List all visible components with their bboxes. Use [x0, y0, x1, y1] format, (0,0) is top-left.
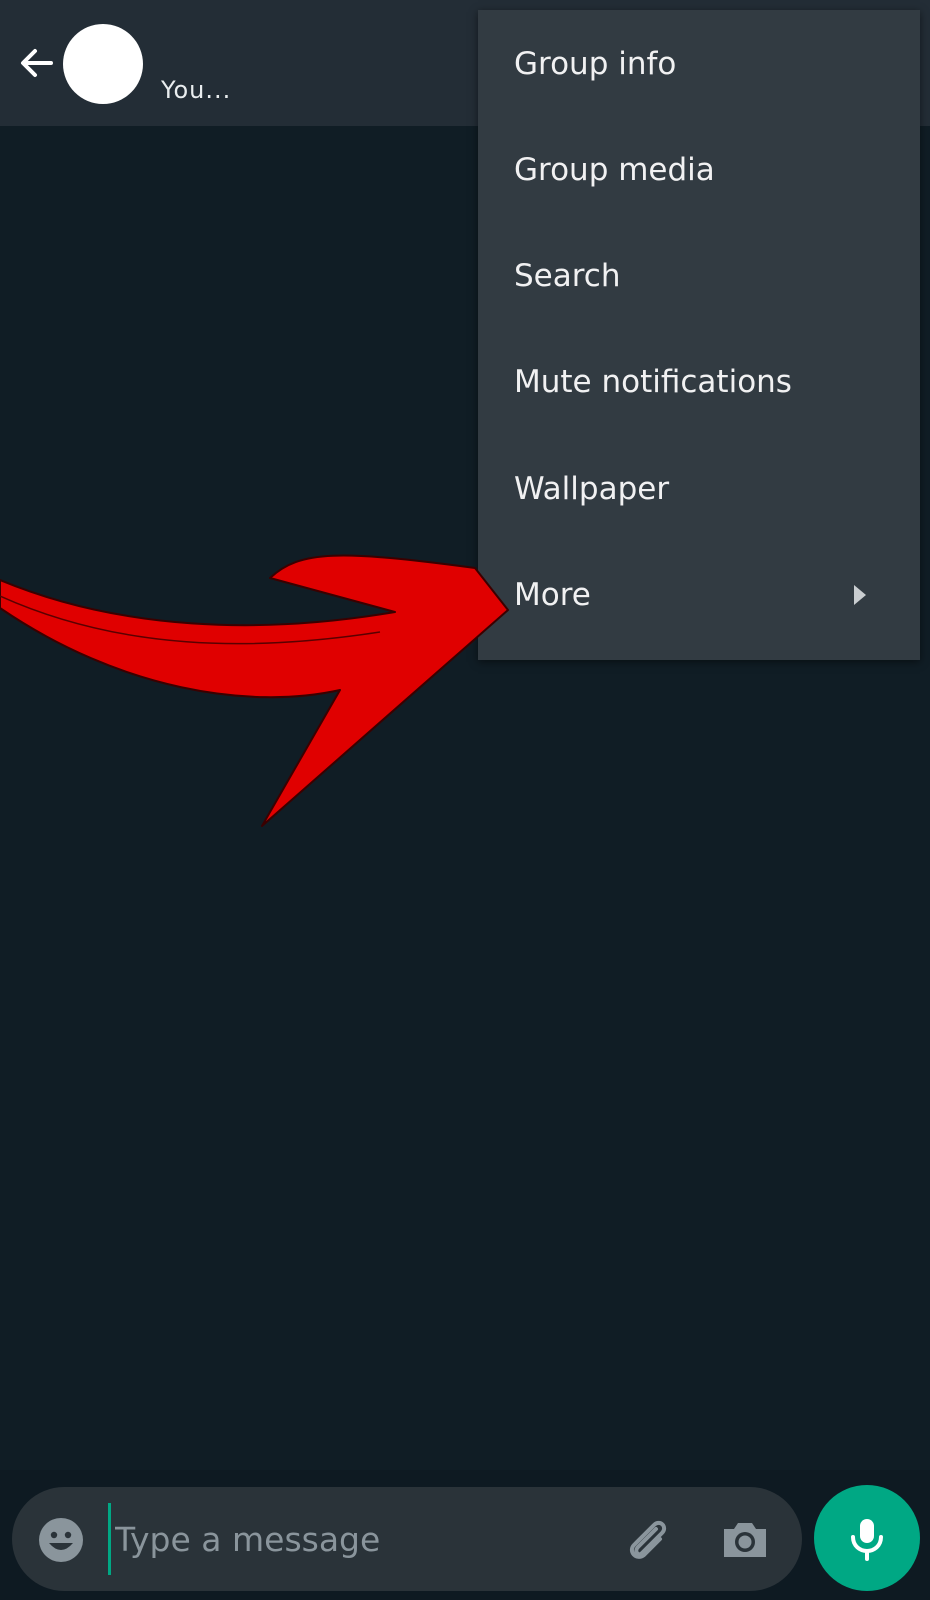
group-subtitle[interactable]: You...: [161, 76, 231, 104]
avatar[interactable]: [63, 24, 143, 104]
arrow-left-icon: [21, 49, 53, 77]
menu-item-wallpaper[interactable]: Wallpaper: [478, 435, 920, 543]
emoji-button[interactable]: [36, 1515, 86, 1565]
camera-icon: [724, 1523, 766, 1557]
menu-item-label: Group media: [514, 152, 715, 188]
menu-item-label: Mute notifications: [514, 364, 792, 400]
microphone-icon: [851, 1519, 883, 1561]
menu-item-label: Group info: [514, 46, 677, 82]
message-composer: [12, 1487, 802, 1591]
voice-message-button[interactable]: [814, 1485, 920, 1591]
overflow-menu: Group info Group media Search Mute notif…: [478, 10, 920, 660]
menu-item-more[interactable]: More: [478, 541, 920, 649]
message-input[interactable]: [108, 1503, 588, 1575]
menu-item-group-info[interactable]: Group info: [478, 10, 920, 118]
menu-item-group-media[interactable]: Group media: [478, 116, 920, 224]
annotation-arrow: [0, 554, 509, 827]
back-button[interactable]: [14, 40, 60, 86]
camera-button[interactable]: [720, 1515, 770, 1565]
paperclip-icon: [629, 1520, 667, 1559]
caret-right-icon: [854, 585, 866, 605]
menu-item-label: Search: [514, 258, 621, 294]
menu-item-label: Wallpaper: [514, 471, 670, 507]
emoji-icon: [39, 1518, 83, 1562]
attach-button[interactable]: [620, 1513, 674, 1567]
menu-item-mute-notifications[interactable]: Mute notifications: [478, 328, 920, 436]
menu-item-label: More: [514, 577, 591, 613]
menu-item-search[interactable]: Search: [478, 222, 920, 330]
